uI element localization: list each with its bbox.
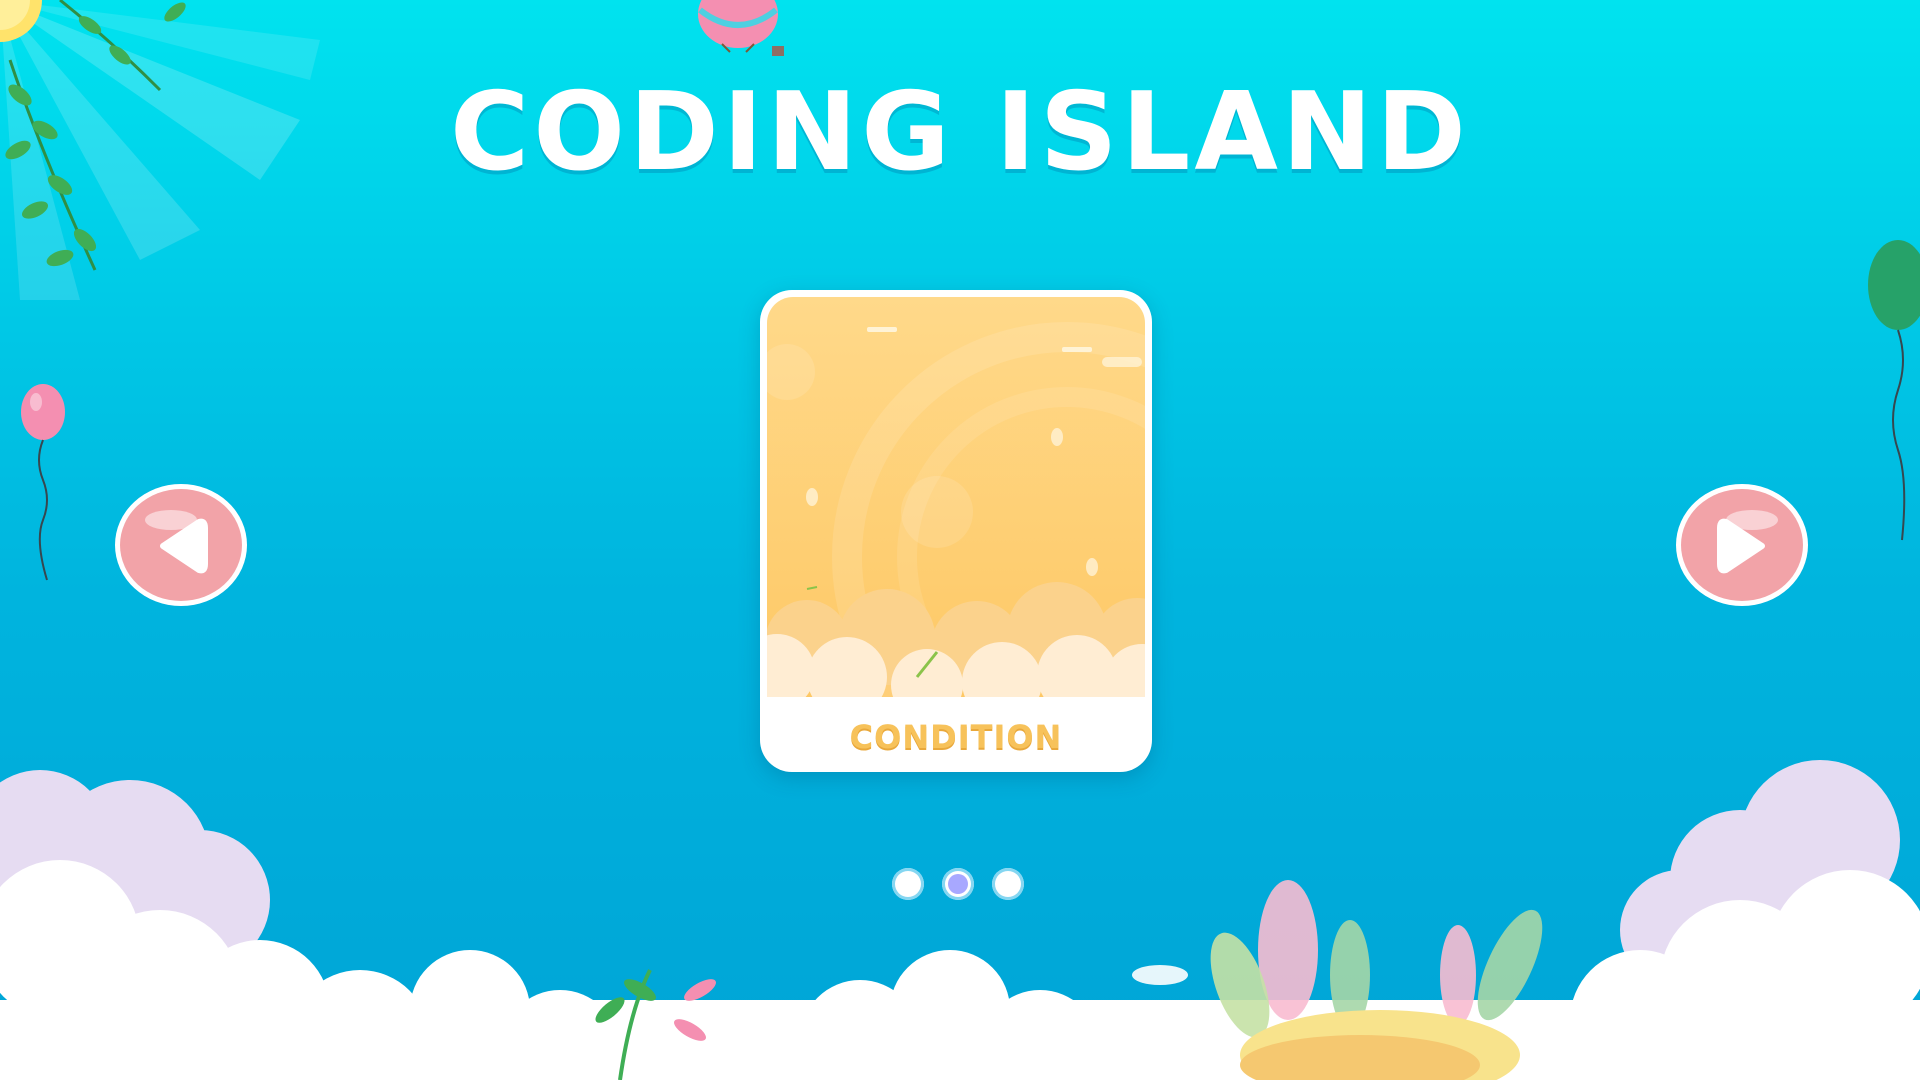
clouds-icon: [0, 760, 1920, 1080]
next-button[interactable]: [1674, 482, 1810, 608]
pagination-dot-1[interactable]: [892, 868, 924, 900]
game-title: CODING ISLAND: [450, 70, 1470, 195]
dot-fill: [948, 874, 968, 894]
level-card[interactable]: CONDITION: [760, 290, 1152, 772]
card-label: CONDITION: [849, 718, 1063, 756]
triangle-right-icon: [1676, 484, 1808, 606]
dot-fill: [998, 874, 1018, 894]
green-balloon-icon: [1868, 240, 1920, 541]
hot-air-balloon-icon: [698, 0, 784, 56]
pagination-dots: [892, 868, 1028, 900]
triangle-left-icon: [115, 484, 247, 606]
pagination-dot-2[interactable]: [942, 868, 974, 900]
dot-fill: [898, 874, 918, 894]
previous-button[interactable]: [113, 482, 249, 608]
pink-balloon-icon: [21, 384, 65, 581]
pagination-dot-3[interactable]: [992, 868, 1024, 900]
game-screen: CODING ISLAND CONDITION: [0, 0, 1920, 1080]
card-illustration: [767, 297, 1145, 697]
